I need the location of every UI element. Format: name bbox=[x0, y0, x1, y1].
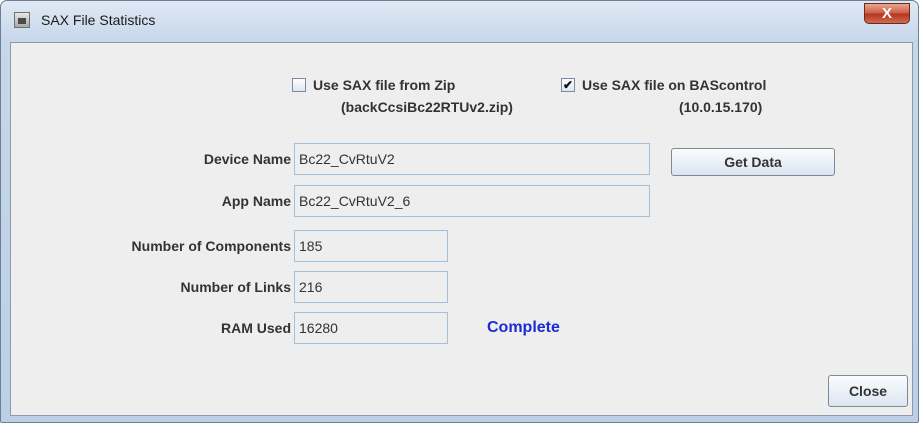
window-title: SAX File Statistics bbox=[41, 12, 156, 28]
ram-used-field[interactable]: 16280 bbox=[294, 312, 448, 344]
bascontrol-ip: (10.0.15.170) bbox=[679, 99, 763, 115]
java-app-icon bbox=[14, 12, 30, 28]
status-text: Complete bbox=[487, 319, 560, 336]
links-label: Number of Links bbox=[180, 279, 291, 295]
content-panel: Use SAX file from Zip (backCcsiBc22RTUv2… bbox=[10, 42, 913, 416]
device-name-label: Device Name bbox=[203, 151, 291, 167]
app-name-field[interactable]: Bc22_CvRtuV2_6 bbox=[294, 185, 650, 217]
dialog-window: SAX File Statistics X Use SAX file from … bbox=[0, 0, 919, 423]
bascontrol-option[interactable]: ✔ Use SAX file on BAScontrol bbox=[561, 77, 766, 93]
bascontrol-option-label: Use SAX file on BAScontrol bbox=[582, 77, 767, 93]
zip-checkbox[interactable] bbox=[292, 78, 306, 92]
title-bar[interactable]: SAX File Statistics X bbox=[1, 1, 918, 41]
device-name-field[interactable]: Bc22_CvRtuV2 bbox=[294, 143, 650, 175]
components-label: Number of Components bbox=[131, 238, 291, 254]
links-field[interactable]: 216 bbox=[294, 271, 448, 303]
bascontrol-checkbox[interactable]: ✔ bbox=[561, 78, 575, 92]
get-data-button[interactable]: Get Data bbox=[671, 148, 835, 176]
ram-used-label: RAM Used bbox=[220, 320, 291, 336]
close-button[interactable]: Close bbox=[828, 375, 908, 407]
zip-option-label: Use SAX file from Zip bbox=[313, 77, 456, 93]
close-icon[interactable]: X bbox=[864, 3, 910, 24]
app-name-label: App Name bbox=[221, 193, 291, 209]
components-field[interactable]: 185 bbox=[294, 230, 448, 262]
zip-option[interactable]: Use SAX file from Zip bbox=[292, 77, 455, 93]
zip-file-name: (backCcsiBc22RTUv2.zip) bbox=[341, 99, 513, 115]
